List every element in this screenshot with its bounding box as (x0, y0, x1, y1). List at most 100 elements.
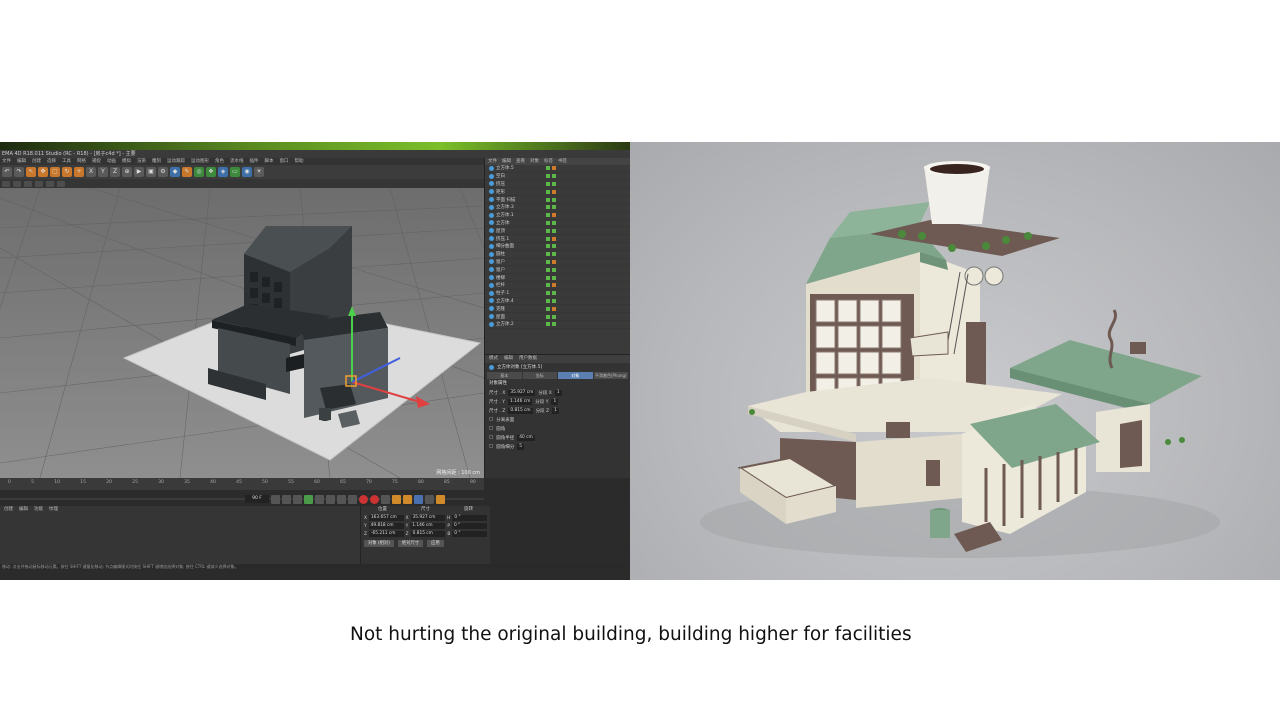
tag-icon[interactable] (552, 252, 556, 257)
attribute-seg-field[interactable]: 1 (551, 398, 559, 405)
menu-item[interactable]: 文件 (2, 158, 11, 165)
material-menu-item[interactable]: 编辑 (19, 506, 28, 513)
add-icon[interactable]: + (74, 167, 84, 177)
panel-menu[interactable] (57, 180, 65, 187)
object-row[interactable]: 矩形 (485, 188, 630, 197)
checkbox-icon[interactable]: □ (489, 426, 493, 431)
scale-key-icon[interactable] (403, 494, 412, 504)
menu-item[interactable]: 模拟 (122, 158, 131, 165)
attribute-tab[interactable]: 平滑着色(Phong) (593, 372, 628, 379)
subdivision-icon[interactable]: ◎ (194, 167, 204, 177)
object-manager-menu-item[interactable]: 查看 (516, 158, 525, 165)
attribute-tab[interactable]: 对象 (558, 372, 593, 379)
attribute-option-field[interactable]: 5 (517, 443, 524, 450)
undo-icon[interactable]: ↶ (2, 167, 12, 177)
light-icon[interactable]: ☀ (254, 167, 264, 177)
tag-icon[interactable] (552, 267, 556, 272)
object-row[interactable]: 立方体.2 (485, 321, 630, 329)
visibility-icon[interactable] (546, 220, 550, 225)
tag-icon[interactable] (552, 205, 556, 210)
visibility-icon[interactable] (546, 236, 550, 241)
x-axis-icon[interactable]: X (86, 167, 96, 177)
tag-icon[interactable] (552, 314, 556, 319)
pen-icon[interactable]: ✎ (182, 167, 192, 177)
object-row[interactable]: 挤压 (485, 181, 630, 189)
object-row[interactable]: 窗户 (485, 266, 630, 275)
menu-item[interactable]: 插件 (250, 158, 259, 165)
play-icon[interactable] (304, 494, 313, 504)
tag-icon[interactable] (552, 275, 556, 280)
object-row[interactable]: 挤压.1 (485, 235, 630, 243)
visibility-icon[interactable] (546, 181, 550, 186)
position-field[interactable]: 49.818 cm (368, 523, 404, 529)
tag-icon[interactable] (552, 197, 556, 202)
filter-menu[interactable] (46, 180, 54, 187)
menu-item[interactable]: 角色 (215, 158, 224, 165)
prev-frame-icon[interactable] (293, 494, 302, 504)
frame-end-field[interactable]: 90 F (245, 495, 269, 503)
z-axis-icon[interactable]: Z (110, 167, 120, 177)
visibility-icon[interactable] (546, 298, 550, 303)
tag-icon[interactable] (552, 291, 556, 296)
rotation-field[interactable]: 0 ° (452, 515, 488, 521)
visibility-icon[interactable] (546, 189, 550, 194)
object-row[interactable]: 空白 (485, 173, 630, 181)
tag-icon[interactable] (552, 298, 556, 303)
visibility-icon[interactable] (546, 244, 550, 249)
visibility-icon[interactable] (546, 259, 550, 264)
rotation-field[interactable]: 0 ° (451, 523, 487, 529)
tag-icon[interactable] (552, 228, 556, 233)
object-manager-menu-item[interactable]: 文件 (488, 158, 497, 165)
next-key-icon[interactable] (326, 494, 335, 504)
checkbox-icon[interactable]: □ (489, 435, 493, 440)
size-field[interactable]: 0.815 cm (410, 531, 446, 537)
floor-icon[interactable]: ▭ (230, 167, 240, 177)
object-row[interactable]: 栏杆 (485, 282, 630, 290)
tag-icon[interactable] (552, 220, 556, 225)
visibility-icon[interactable] (546, 166, 550, 171)
render-picture-icon[interactable]: ▣ (146, 167, 156, 177)
attribute-menu-item[interactable]: 编辑 (504, 355, 513, 363)
attribute-tab[interactable]: 基本 (487, 372, 522, 379)
display-menu[interactable] (24, 180, 32, 187)
view-menu[interactable] (2, 180, 10, 187)
tag-icon[interactable] (552, 166, 556, 171)
object-manager-menu-item[interactable]: 编辑 (502, 158, 511, 165)
camera-icon[interactable]: ◉ (242, 167, 252, 177)
object-row[interactable]: 屋面 (485, 313, 630, 321)
attribute-value-field[interactable]: 0.815 cm (508, 407, 533, 414)
menu-item[interactable]: 捕捉 (92, 158, 101, 165)
menu-item[interactable]: 渲染 (137, 158, 146, 165)
pla-key-icon[interactable] (436, 494, 445, 504)
move-icon[interactable]: ✥ (38, 167, 48, 177)
next-frame-icon[interactable] (315, 494, 324, 504)
visibility-icon[interactable] (546, 174, 550, 179)
visibility-icon[interactable] (546, 213, 550, 218)
coord-system-icon[interactable]: ⊕ (122, 167, 132, 177)
visibility-icon[interactable] (546, 275, 550, 280)
attribute-seg-field[interactable]: 1 (552, 407, 559, 414)
record-icon[interactable] (359, 494, 368, 504)
object-row[interactable]: 立方体 (485, 220, 630, 228)
object-row[interactable]: 平面 扫描 (485, 196, 630, 204)
object-manager-menu-item[interactable]: 对象 (530, 158, 539, 165)
object-row[interactable]: 圆柱 (485, 251, 630, 259)
menu-item[interactable]: 窗口 (280, 158, 289, 165)
menu-item[interactable]: 创建 (32, 158, 41, 165)
menu-item[interactable]: 运动跟踪 (167, 158, 185, 165)
camera-menu[interactable] (13, 180, 21, 187)
deformer-icon[interactable]: ◈ (218, 167, 228, 177)
tag-icon[interactable] (552, 189, 556, 194)
menu-item[interactable]: 雕刻 (152, 158, 161, 165)
attribute-menu-item[interactable]: 模式 (489, 355, 498, 363)
object-row[interactable]: 立方体.5 (485, 165, 630, 173)
render-view-icon[interactable]: ▶ (134, 167, 144, 177)
position-key-icon[interactable] (392, 494, 401, 504)
object-manager-menu-item[interactable]: 标签 (544, 158, 553, 165)
visibility-icon[interactable] (546, 291, 550, 296)
attribute-value-field[interactable]: 35.927 cm (508, 389, 536, 396)
tag-icon[interactable] (552, 213, 556, 218)
material-menu-item[interactable]: 功能 (34, 506, 43, 513)
menu-item[interactable]: 脚本 (265, 158, 274, 165)
coordinate-button[interactable]: 应用 (427, 540, 444, 547)
